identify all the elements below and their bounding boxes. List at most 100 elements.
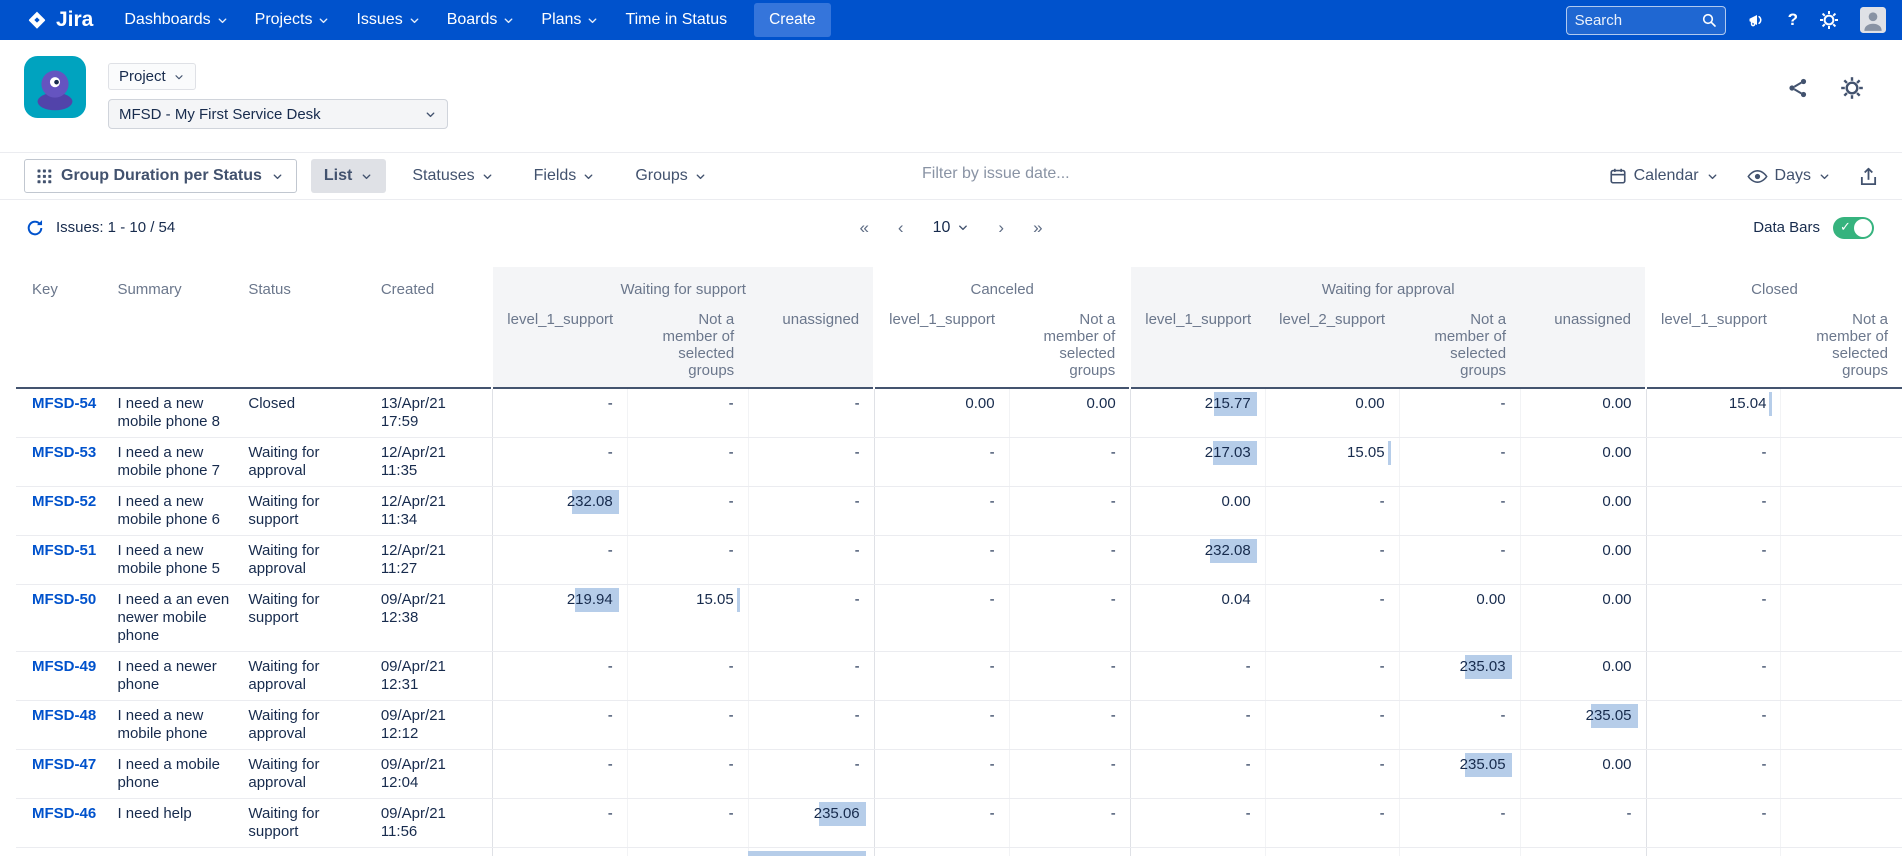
duration-value: - bbox=[1761, 756, 1766, 773]
duration-value: 235.05 bbox=[1460, 756, 1506, 773]
calendar-button[interactable]: Calendar bbox=[1609, 167, 1719, 185]
duration-value: 232.08 bbox=[1205, 542, 1251, 559]
duration-value: - bbox=[1761, 805, 1766, 822]
duration-value: - bbox=[1111, 542, 1116, 559]
project-header-actions bbox=[1786, 76, 1864, 100]
duration-cell: - bbox=[1009, 585, 1130, 652]
toolbar-menus: Statuses Fields Groups bbox=[412, 167, 706, 185]
duration-value: - bbox=[990, 542, 995, 559]
issue-key-link[interactable]: MFSD-51 bbox=[32, 542, 96, 559]
subcolumn-header-waiting-for-support-level-1-support: level_1_support bbox=[492, 309, 627, 388]
issue-key-link[interactable]: MFSD-49 bbox=[32, 658, 96, 675]
column-header-key: Key bbox=[16, 267, 109, 388]
issues-count-label: Issues: 1 - 10 / 54 bbox=[56, 219, 175, 236]
menu-button-groups[interactable]: Groups bbox=[635, 167, 706, 185]
menu-button-label: Groups bbox=[635, 167, 687, 185]
issue-key-link[interactable]: MFSD-48 bbox=[32, 707, 96, 724]
last-page-button[interactable]: » bbox=[1033, 218, 1042, 238]
first-page-button[interactable]: « bbox=[859, 218, 868, 238]
duration-cell: - bbox=[1265, 799, 1399, 848]
project-select-value: MFSD - My First Service Desk bbox=[119, 106, 424, 123]
duration-cell: 0.00 bbox=[1520, 585, 1646, 652]
share-button[interactable] bbox=[1786, 76, 1810, 100]
duration-cell: - bbox=[627, 438, 748, 487]
summary-cell: I need a new mobile phone 6 bbox=[109, 487, 240, 536]
created-cell: 12/Apr/21 11:35 bbox=[373, 438, 492, 487]
duration-value: 0.00 bbox=[1602, 444, 1631, 461]
duration-cell: 0.00 bbox=[1399, 585, 1520, 652]
page-size-select[interactable]: 10 bbox=[933, 219, 970, 237]
summary-cell: I need a new mobile phone 7 bbox=[109, 438, 240, 487]
duration-unit-button[interactable]: Days bbox=[1747, 167, 1831, 185]
duration-cell: - bbox=[627, 388, 748, 438]
issue-date-filter-input[interactable] bbox=[922, 165, 1222, 183]
chevron-down-icon bbox=[173, 71, 185, 83]
duration-cell: 647.96 bbox=[748, 848, 874, 856]
duration-cell: - bbox=[1009, 438, 1130, 487]
duration-value: - bbox=[1501, 805, 1506, 822]
duration-value: - bbox=[1380, 658, 1385, 675]
nav-item-plans[interactable]: Plans bbox=[528, 0, 612, 40]
duration-cell: - bbox=[627, 750, 748, 799]
duration-cell bbox=[1781, 487, 1902, 536]
duration-cell: - bbox=[874, 536, 1009, 585]
nav-item-time-in-status[interactable]: Time in Status bbox=[612, 0, 740, 40]
status-cell: Waiting for support bbox=[240, 799, 372, 848]
duration-value: - bbox=[990, 805, 995, 822]
search-input[interactable] bbox=[1575, 12, 1701, 29]
next-page-button[interactable]: › bbox=[998, 218, 1004, 238]
issue-key-link[interactable]: MFSD-54 bbox=[32, 395, 96, 412]
issue-key-link[interactable]: MFSD-53 bbox=[32, 444, 96, 461]
duration-cell: - bbox=[627, 701, 748, 750]
duration-value: 235.05 bbox=[1586, 707, 1632, 724]
data-bars-toggle[interactable]: ✓ bbox=[1833, 217, 1874, 239]
duration-value: - bbox=[1627, 805, 1632, 822]
navbar-search[interactable] bbox=[1566, 6, 1726, 35]
nav-item-dashboards[interactable]: Dashboards bbox=[111, 0, 241, 40]
duration-cell bbox=[1781, 750, 1902, 799]
duration-cell: 15.04 bbox=[1646, 388, 1781, 438]
duration-cell: - bbox=[1399, 536, 1520, 585]
duration-cell: - bbox=[1265, 652, 1399, 701]
nav-item-projects[interactable]: Projects bbox=[242, 0, 344, 40]
brand-text: Jira bbox=[56, 8, 93, 32]
jira-logo-icon bbox=[26, 9, 48, 31]
megaphone-icon[interactable] bbox=[1747, 10, 1767, 30]
help-icon[interactable]: ? bbox=[1788, 10, 1798, 30]
duration-cell: - bbox=[1646, 701, 1781, 750]
settings-gear-icon[interactable] bbox=[1819, 10, 1839, 30]
status-cell: Waiting for approval bbox=[240, 750, 372, 799]
duration-cell: - bbox=[748, 750, 874, 799]
menu-button-fields[interactable]: Fields bbox=[534, 167, 596, 185]
jira-logo[interactable]: Jira bbox=[26, 8, 93, 32]
menu-button-statuses[interactable]: Statuses bbox=[412, 167, 493, 185]
prev-page-button[interactable]: ‹ bbox=[898, 218, 904, 238]
issue-key-link[interactable]: MFSD-50 bbox=[32, 591, 96, 608]
user-avatar[interactable] bbox=[1860, 7, 1886, 33]
duration-cell: 0.00 bbox=[1265, 388, 1399, 438]
refresh-button[interactable] bbox=[26, 219, 44, 237]
duration-cell: - bbox=[748, 388, 874, 438]
issue-key-link[interactable]: MFSD-47 bbox=[32, 756, 96, 773]
issue-key-link[interactable]: MFSD-52 bbox=[32, 493, 96, 510]
nav-item-label: Dashboards bbox=[124, 11, 210, 29]
nav-item-boards[interactable]: Boards bbox=[434, 0, 529, 40]
duration-cell: - bbox=[748, 438, 874, 487]
view-mode-button[interactable]: List bbox=[311, 159, 386, 193]
duration-cell: - bbox=[627, 799, 748, 848]
page-settings-button[interactable] bbox=[1840, 76, 1864, 100]
status-cell: Waiting for approval bbox=[240, 536, 372, 585]
key-cell: MFSD-48 bbox=[16, 701, 109, 750]
duration-value: - bbox=[990, 756, 995, 773]
duration-cell: 235.05 bbox=[1399, 750, 1520, 799]
scope-selector-button[interactable]: Project bbox=[108, 63, 196, 90]
created-cell: 12/Apr/21 11:27 bbox=[373, 536, 492, 585]
export-button[interactable] bbox=[1859, 166, 1878, 187]
report-type-button[interactable]: Group Duration per Status bbox=[24, 159, 297, 193]
create-button[interactable]: Create bbox=[754, 3, 831, 37]
issue-key-link[interactable]: MFSD-46 bbox=[32, 805, 96, 822]
project-select[interactable]: MFSD - My First Service Desk bbox=[108, 99, 448, 129]
duration-cell: - bbox=[1009, 536, 1130, 585]
nav-item-label: Issues bbox=[356, 11, 402, 29]
nav-item-issues[interactable]: Issues bbox=[343, 0, 433, 40]
